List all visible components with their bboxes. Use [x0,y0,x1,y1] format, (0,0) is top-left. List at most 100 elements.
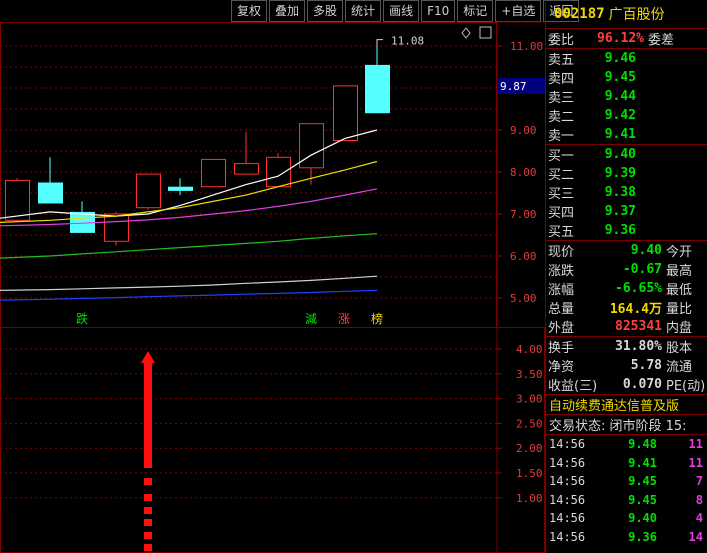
candlestick[interactable] [333,85,358,141]
stat-row-label2: 今开 [666,245,693,260]
y-tick-label: 7.00 [510,208,537,221]
bid-row: 买三 9.38 [546,183,707,202]
bid-row-label: 买五 [548,225,575,240]
tick-time: 14:56 [549,511,586,526]
fund-row-value: 31.80% [615,339,662,354]
y-tick-label: 8.00 [510,166,537,179]
stat-row-label2: 量比 [666,302,693,317]
stat-row-label: 涨跌 [548,264,575,279]
bid-row: 买五 9.36 [546,221,707,240]
fund-row-label2: 股本 [666,341,693,356]
candle-body [365,64,390,114]
candlestick[interactable] [234,132,259,175]
signal-label: 跌 [76,311,88,326]
stat-row: 涨跌 -0.67 最高 [546,260,707,279]
tick-price: 9.40 [628,511,657,526]
tick-row: 14:56 9.40 4 [546,509,707,528]
tick-row: 14:56 9.45 8 [546,491,707,510]
ask-row-label: 卖四 [548,72,575,87]
diamond-icon[interactable] [461,27,471,39]
candle-body [201,158,226,188]
arrow-up-icon [141,351,155,363]
signal-label: 涨 [338,311,350,326]
sub-y-tick-label: 4.00 [516,343,543,356]
weibi-value: 96.12% [597,31,644,46]
stat-row-value: 164.4万 [609,302,662,317]
tick-row: 14:56 9.41 11 [546,454,707,473]
fund-row-label2: PE(动) [666,379,706,394]
candle-body [5,179,30,221]
tick-time: 14:56 [549,492,586,507]
y-tick-label: 5.00 [510,292,537,305]
ask-row: 卖三 9.44 [546,87,707,106]
fund-row-value: 5.78 [630,358,662,373]
candlestick[interactable] [38,157,63,204]
tick-price: 9.45 [628,492,657,507]
candle-body [266,156,291,188]
candlestick[interactable] [299,123,324,185]
tick-price: 9.48 [628,437,657,452]
stat-row-label: 外盘 [548,321,575,336]
bid-row: 买二 9.39 [546,164,707,183]
bid-row: 买一 9.40 [546,145,707,164]
tick-price: 9.41 [628,455,657,470]
stock-name: 广百股份 [608,7,665,23]
trade-status: 交易状态: 闭市阶段 15: [549,419,687,434]
notice-banner[interactable]: 自动续费通达信普及版 [546,395,707,414]
bid-row-label: 买四 [548,206,575,221]
tick-volume: 7 [695,474,703,489]
candlestick[interactable] [136,173,161,210]
bid-list: 买一 9.40 买二 9.39 买三 9.38 买四 9.37 买五 9.36 [546,145,707,240]
signal-dash [144,478,152,485]
quote-panel: 002187 广百股份 委比 96.12% 委差 卖五 9.46 卖四 9.45 卖三 9… [545,0,707,553]
tick-volume: 14 [688,529,703,544]
sub-y-tick-label: 2.00 [516,442,543,455]
signal-dash [144,494,152,501]
sub-y-tick-label: 1.50 [516,467,543,480]
stat-row-value: -6.65% [615,281,662,296]
stat-row-value: 9.40 [630,243,662,258]
candle-body [333,85,358,141]
weibi-row: 委比 96.12% 委差 [546,29,707,48]
fund-row-label: 收益(三) [548,379,598,394]
bid-row-label: 买二 [548,168,575,183]
ask-row-value: 9.41 [604,127,636,142]
tick-volume: 11 [688,437,703,452]
tick-price: 9.36 [628,529,657,544]
stock-code: 002187 [554,6,605,22]
fund-row-label: 净资 [548,360,575,375]
window-box-icon[interactable] [479,26,492,39]
bid-row: 买四 9.37 [546,202,707,221]
bid-row-value: 9.37 [604,204,636,219]
ask-list: 卖五 9.46 卖四 9.45 卖三 9.44 卖二 9.42 卖一 9.41 [546,49,707,144]
y-tick-label: 6.00 [510,250,537,263]
ask-row: 卖一 9.41 [546,125,707,144]
sub-y-tick-label: 3.00 [516,393,543,406]
signal-label: 減 [305,311,317,326]
signal-dash [144,532,152,539]
signal-dash [144,544,152,551]
price-tag: 9.87 [500,80,527,93]
stat-row-label2: 最低 [666,283,693,298]
ask-row-label: 卖三 [548,91,575,106]
candle-body [234,163,259,175]
moving-average-line [0,275,378,291]
stock-title: 002187 广百股份 [546,0,707,29]
y-tick-label: 9.00 [510,124,537,137]
kline-chart[interactable]: 11.0010.009.008.007.006.005.009.8711.08跌… [0,0,545,553]
weicha-label: 委差 [648,33,675,48]
stat-row-value: 825341 [615,319,662,334]
stat-row: 现价 9.40 今开 [546,241,707,260]
candlestick[interactable] [201,158,226,188]
stat-row-label: 现价 [548,245,575,260]
candlestick[interactable] [365,42,390,114]
ask-row-value: 9.45 [604,70,636,85]
signal-dash [144,507,152,514]
bid-row-label: 买一 [548,149,575,164]
stat-row: 涨幅 -6.65% 最低 [546,279,707,298]
tick-time: 14:56 [549,455,586,470]
tick-list[interactable]: 14:56 9.48 11 14:56 9.41 11 14:56 9.45 7 14:56 9.4… [546,435,707,546]
sub-y-tick-label: 2.50 [516,417,543,430]
candle-body [136,173,161,209]
signal-dash [144,519,152,526]
